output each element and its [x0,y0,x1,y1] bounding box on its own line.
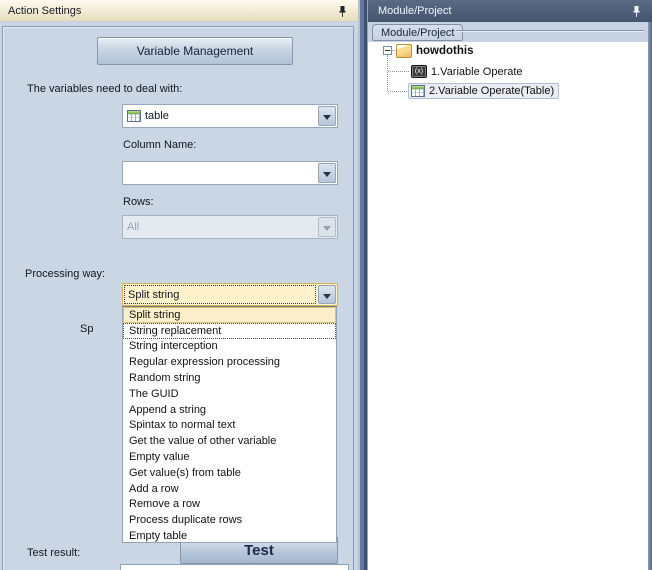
dropdown-option[interactable]: String interception [123,339,336,355]
tree-node-variable-operate[interactable]: (x) 1.Variable Operate [411,63,523,80]
processing-way-combobox[interactable]: Split string [122,283,338,306]
action-settings-titlebar: Action Settings [0,0,358,22]
obscured-label-fragment: Sp [80,323,93,335]
test-result-label: Test result: [27,547,80,559]
panel-title: Module/Project [368,5,451,17]
dropdown-option[interactable]: Get the value of other variable [123,433,336,449]
dropdown-arrow-icon[interactable] [318,163,336,183]
processing-way-dropdown-list: Split stringString replacementString int… [122,306,337,543]
processing-way-label: Processing way: [25,268,105,280]
tree-connector [388,71,409,72]
dropdown-option[interactable]: Spintax to normal text [123,418,336,434]
panel-right-edge [648,22,652,570]
folder-icon [396,44,412,58]
dropdown-option[interactable]: Empty value [123,449,336,465]
column-name-combobox-value [127,162,315,184]
dropdown-option[interactable]: Random string [123,370,336,386]
action-settings-panel: Action Settings Variable Management The … [0,0,358,570]
variable-management-button[interactable]: Variable Management [97,37,293,65]
arrow-triangle [323,226,331,235]
variable-combobox[interactable]: table [122,104,338,128]
pin-icon[interactable] [631,5,642,17]
column-name-label: Column Name: [123,139,196,151]
variables-label: The variables need to deal with: [27,83,182,95]
rows-label: Rows: [123,196,154,208]
arrow-triangle [323,115,331,124]
module-project-titlebar: Module/Project [368,0,652,22]
dropdown-arrow-icon[interactable] [318,106,336,126]
tree-item-label: 1.Variable Operate [431,66,523,78]
dropdown-option[interactable]: Empty table [123,528,336,544]
tab-module-project[interactable]: Module/Project [372,24,463,41]
module-project-panel: Module/Project Module/Project howdothis … [368,0,652,570]
tree-node-variable-operate-table[interactable]: 2.Variable Operate(Table) [408,82,559,99]
variable-combobox-text: table [145,110,169,122]
panel-title: Action Settings [0,5,81,17]
dropdown-option[interactable]: String replacement [123,323,336,339]
pin-icon[interactable] [337,5,348,17]
rows-combobox-disabled: All [122,215,338,239]
tree-connector [388,91,409,92]
arrow-triangle [323,172,331,181]
dropdown-option[interactable]: Regular expression processing [123,354,336,370]
app-window: { "left_panel": { "title": "Action Setti… [0,0,652,570]
processing-way-combobox-value: Split string [124,285,316,304]
tree-node-root[interactable]: howdothis [383,42,474,59]
arrow-triangle [323,294,331,303]
table-icon [411,85,425,97]
project-tree: howdothis (x) 1.Variable Operate 2.Varia… [368,42,648,570]
column-name-combobox[interactable] [122,161,338,185]
dropdown-option[interactable]: Append a string [123,402,336,418]
dropdown-option[interactable]: Split string [123,307,336,323]
dropdown-arrow-icon[interactable] [318,285,336,304]
variable-icon: (x) [411,65,427,78]
dropdown-option[interactable]: Remove a row [123,497,336,513]
tree-root-label: howdothis [416,45,474,57]
tree-item-label: 2.Variable Operate(Table) [429,85,554,97]
tree-selection-highlight: 2.Variable Operate(Table) [408,83,559,99]
dropdown-option[interactable]: Process duplicate rows [123,512,336,528]
dropdown-option[interactable]: Add a row [123,481,336,497]
dropdown-option[interactable]: The GUID [123,386,336,402]
dropdown-option[interactable]: Get value(s) from table [123,465,336,481]
test-result-textbox[interactable] [120,564,349,570]
rows-combobox-value: All [127,216,315,238]
dropdown-arrow-icon [318,217,336,237]
variable-combobox-value: table [127,105,315,127]
tree-connector-vertical [387,55,388,91]
collapse-icon[interactable] [383,46,392,55]
panel-splitter[interactable] [358,0,368,570]
tabstrip-line [456,30,644,32]
module-project-tabstrip: Module/Project [368,22,648,42]
table-icon [127,110,141,122]
